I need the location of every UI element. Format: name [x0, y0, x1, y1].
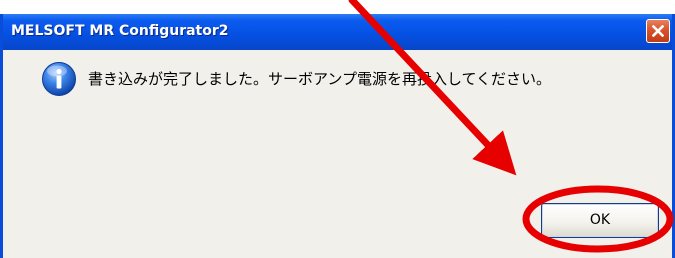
dialog-message: 書き込みが完了しました。サーボアンプ電源を再投入してください。: [88, 70, 552, 88]
ok-button[interactable]: OK: [541, 203, 659, 238]
close-button[interactable]: [646, 19, 670, 43]
screenshot: MELSOFT MR Configurator2 書き込みが完了しました。サーボ…: [0, 0, 675, 258]
close-icon: [652, 25, 664, 37]
window-title: MELSOFT MR Configurator2: [11, 23, 229, 39]
title-bar[interactable]: MELSOFT MR Configurator2: [3, 14, 672, 50]
info-icon: [42, 62, 76, 96]
